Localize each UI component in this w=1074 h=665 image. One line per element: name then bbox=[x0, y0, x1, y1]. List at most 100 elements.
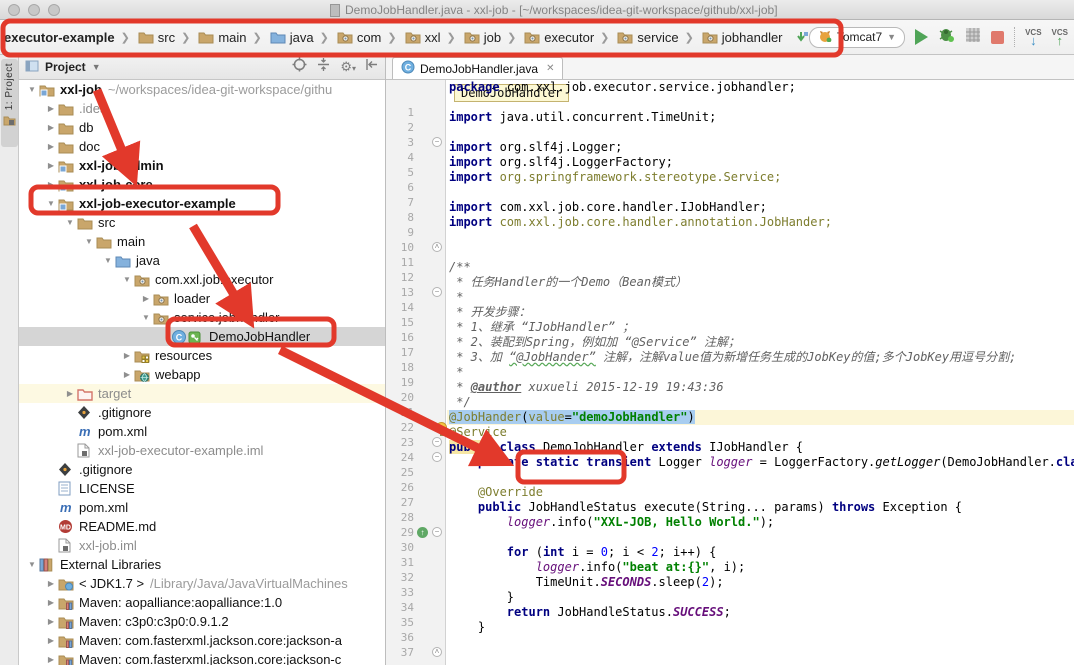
tree-item-xxl-job-executor-example[interactable]: ▼xxl-job-executor-example bbox=[19, 194, 385, 213]
close-window-button[interactable] bbox=[8, 4, 20, 16]
fold-icon[interactable]: ˄ bbox=[432, 647, 442, 657]
tree-disclosure-icon[interactable]: ▼ bbox=[65, 218, 75, 227]
fold-icon[interactable]: − bbox=[432, 437, 442, 447]
close-tab-icon[interactable]: ✕ bbox=[546, 63, 554, 74]
tree-item-db[interactable]: ▶db bbox=[19, 118, 385, 137]
tree-item-java[interactable]: ▼java bbox=[19, 251, 385, 270]
tree-disclosure-icon[interactable]: ▶ bbox=[122, 351, 132, 360]
tree-item-webapp[interactable]: ▶webapp bbox=[19, 365, 385, 384]
tree-disclosure-icon[interactable]: ▶ bbox=[46, 123, 56, 132]
tree-disclosure-icon[interactable]: ▼ bbox=[122, 275, 132, 284]
tree-disclosure-icon[interactable]: ▶ bbox=[122, 370, 132, 379]
run-configuration-select[interactable]: Tomcat7 ▼ bbox=[809, 27, 905, 48]
run-button[interactable] bbox=[915, 29, 928, 45]
tree-item-loader[interactable]: ▶loader bbox=[19, 289, 385, 308]
override-method-icon[interactable]: ↑ bbox=[417, 527, 428, 538]
window-controls[interactable] bbox=[8, 4, 60, 16]
collapse-all-icon[interactable] bbox=[316, 57, 331, 77]
breadcrumb-item-src[interactable]: src bbox=[134, 27, 177, 47]
fold-icon[interactable]: − bbox=[432, 287, 442, 297]
tree-disclosure-icon[interactable]: ▶ bbox=[46, 655, 56, 664]
code-line-37: } bbox=[447, 620, 1074, 635]
tree-disclosure-icon[interactable]: ▶ bbox=[46, 142, 56, 151]
code-token: logger bbox=[507, 515, 550, 529]
navbar-history-icon[interactable] bbox=[793, 29, 809, 45]
breadcrumb-item-executor-example[interactable]: executor-example bbox=[2, 28, 117, 47]
tree-item-xxl-job-admin[interactable]: ▶xxl-job-admin bbox=[19, 156, 385, 175]
stop-button[interactable] bbox=[991, 31, 1004, 44]
fold-icon[interactable]: − bbox=[432, 452, 442, 462]
editor-tab-demojobhandler[interactable]: C DemoJobHandler.java ✕ bbox=[392, 57, 563, 79]
locate-file-icon[interactable] bbox=[292, 57, 307, 77]
tree-item-pom-xml[interactable]: mpom.xml bbox=[19, 422, 385, 441]
tree-item--gitignore[interactable]: .gitignore bbox=[19, 403, 385, 422]
tree-disclosure-icon[interactable]: ▼ bbox=[27, 560, 37, 569]
tree-item--idea[interactable]: ▶.idea bbox=[19, 99, 385, 118]
fold-icon[interactable]: − bbox=[432, 137, 442, 147]
tree-disclosure-icon[interactable]: ▶ bbox=[46, 104, 56, 113]
breadcrumb-item-com[interactable]: com bbox=[333, 27, 384, 47]
tree-item-maven-aopalliance-aopalliance-1-0[interactable]: ▶Maven: aopalliance:aopalliance:1.0 bbox=[19, 593, 385, 612]
breadcrumb-item-service[interactable]: service bbox=[613, 27, 680, 47]
tree-disclosure-icon[interactable]: ▶ bbox=[65, 389, 75, 398]
tree-disclosure-icon[interactable]: ▶ bbox=[46, 180, 56, 189]
tree-item-target[interactable]: ▶target bbox=[19, 384, 385, 403]
zoom-window-button[interactable] bbox=[48, 4, 60, 16]
tree-item-pom-xml[interactable]: mpom.xml bbox=[19, 498, 385, 517]
vcs-update-button[interactable]: VCS ↓ bbox=[1025, 29, 1041, 45]
tree-item-maven-c3p0-c3p0-0-9-1-2[interactable]: ▶Maven: c3p0:c3p0:0.9.1.2 bbox=[19, 612, 385, 631]
tree-item-xxl-job-executor-example-iml[interactable]: xxl-job-executor-example.iml bbox=[19, 441, 385, 460]
intention-lightbulb-icon[interactable] bbox=[436, 422, 447, 433]
hide-panel-icon[interactable] bbox=[365, 58, 379, 76]
minimize-window-button[interactable] bbox=[28, 4, 40, 16]
code-line-23: @JobHander(value="demoJobHandler") bbox=[447, 410, 1074, 425]
tree-item-maven-com-fasterxml-jackson-core-jackson-a[interactable]: ▶Maven: com.fasterxml.jackson.core:jacks… bbox=[19, 631, 385, 650]
tree-item-service-jobhandler[interactable]: ▼service.jobhandler bbox=[19, 308, 385, 327]
tree-disclosure-icon[interactable]: ▼ bbox=[46, 199, 56, 208]
tree-disclosure-icon[interactable]: ▼ bbox=[103, 256, 113, 265]
tree-disclosure-icon[interactable]: ▶ bbox=[46, 598, 56, 607]
fold-icon[interactable]: − bbox=[432, 527, 442, 537]
tree-item-maven-com-fasterxml-jackson-core-jackson-c[interactable]: ▶Maven: com.fasterxml.jackson.core:jacks… bbox=[19, 650, 385, 665]
breadcrumb-item-executor[interactable]: executor bbox=[520, 27, 596, 47]
vcs-commit-button[interactable]: VCS ↑ bbox=[1052, 29, 1068, 45]
fold-icon[interactable]: ˄ bbox=[432, 242, 442, 252]
chevron-down-icon[interactable]: ▼ bbox=[92, 62, 101, 72]
tree-item-external-libraries[interactable]: ▼External Libraries bbox=[19, 555, 385, 574]
settings-gear-icon[interactable]: ⚙▾ bbox=[340, 59, 356, 75]
tree-item-com-xxl-job-executor[interactable]: ▼com.xxl.job.executor bbox=[19, 270, 385, 289]
tree-item-demojobhandler[interactable]: CDemoJobHandler bbox=[19, 327, 385, 346]
breadcrumb-item-job[interactable]: job bbox=[460, 27, 503, 47]
tree-disclosure-icon[interactable]: ▼ bbox=[84, 237, 94, 246]
coverage-button[interactable] bbox=[965, 27, 981, 48]
tree-disclosure-icon[interactable]: ▶ bbox=[46, 579, 56, 588]
tree-disclosure-icon[interactable]: ▶ bbox=[46, 617, 56, 626]
tree-item-doc[interactable]: ▶doc bbox=[19, 137, 385, 156]
code-token: * 任务Handler的一个Demo（Bean模式） bbox=[449, 275, 687, 289]
tree-item-src[interactable]: ▼src bbox=[19, 213, 385, 232]
breadcrumb-item-xxl[interactable]: xxl bbox=[401, 27, 443, 47]
code-area[interactable]: package com.xxl.job.executor.service.job… bbox=[447, 80, 1074, 665]
module-folder-icon bbox=[39, 82, 55, 98]
tree-disclosure-icon[interactable]: ▶ bbox=[46, 636, 56, 645]
tree-item-resources[interactable]: ▶resources bbox=[19, 346, 385, 365]
breadcrumb-item-main[interactable]: main bbox=[194, 27, 248, 47]
tree-disclosure-icon[interactable]: ▶ bbox=[46, 161, 56, 170]
debug-button[interactable] bbox=[938, 27, 955, 48]
tree-item-license[interactable]: LICENSE bbox=[19, 479, 385, 498]
tree-disclosure-icon[interactable]: ▶ bbox=[141, 294, 151, 303]
tree-disclosure-icon[interactable]: ▼ bbox=[27, 85, 37, 94]
code-token: public bbox=[449, 440, 492, 454]
tree-item-main[interactable]: ▼main bbox=[19, 232, 385, 251]
tree-disclosure-icon[interactable]: ▼ bbox=[141, 313, 151, 322]
tree-item-xxl-job-core[interactable]: ▶xxl-job-core bbox=[19, 175, 385, 194]
tool-window-tab-project[interactable]: 1: Project bbox=[1, 59, 18, 147]
tree-item--gitignore[interactable]: .gitignore bbox=[19, 460, 385, 479]
run-configuration-value: Tomcat7 bbox=[837, 30, 882, 44]
tree-item-xxl-job[interactable]: ▼xxl-job~/workspaces/idea-git-workspace/… bbox=[19, 80, 385, 99]
breadcrumb-item-java[interactable]: java bbox=[266, 27, 316, 47]
tree-item-readme-md[interactable]: MDREADME.md bbox=[19, 517, 385, 536]
tree-item--jdk1-7-[interactable]: ▶< JDK1.7 >/Library/Java/JavaVirtualMach… bbox=[19, 574, 385, 593]
tree-item-xxl-job-iml[interactable]: xxl-job.iml bbox=[19, 536, 385, 555]
breadcrumb-item-jobhandler[interactable]: jobhandler bbox=[698, 27, 785, 47]
